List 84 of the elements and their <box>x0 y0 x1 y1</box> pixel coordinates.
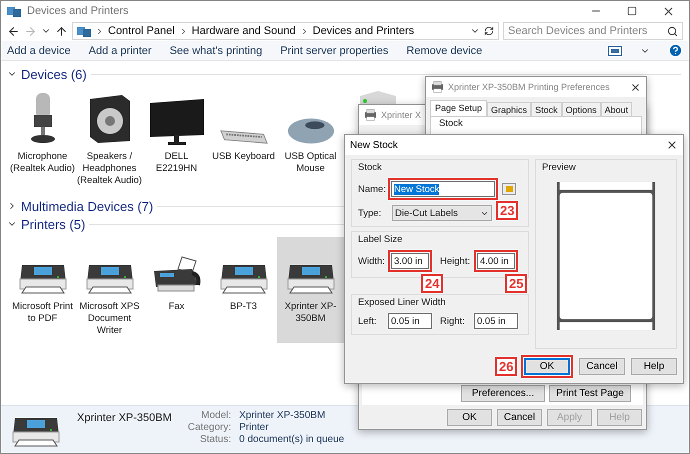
callout-number: 25 <box>505 274 528 293</box>
toolbar-button[interactable]: Add a device <box>7 44 71 56</box>
location-icon <box>77 25 91 37</box>
field-label: Left: <box>358 316 378 326</box>
dialog-button[interactable]: Preferences... <box>461 385 545 402</box>
toolbar-button[interactable]: See what's printing <box>170 44 262 56</box>
field-label: Name: <box>358 184 384 194</box>
device-item[interactable]: Microsoft XPS Document Writer <box>76 237 143 343</box>
breadcrumb-item[interactable]: Control Panel <box>108 25 175 37</box>
group-heading[interactable]: Printers (5) <box>21 216 86 232</box>
dialog-button[interactable]: Cancel <box>497 408 542 426</box>
device-item[interactable]: USB Optical Mouse <box>277 87 344 193</box>
field-label: Height: <box>440 256 470 266</box>
back-icon[interactable] <box>7 24 20 38</box>
refresh-icon[interactable] <box>484 26 494 36</box>
toolbar-button[interactable]: Remove device <box>406 44 482 56</box>
dialog-button[interactable]: Cancel <box>579 358 625 374</box>
toolbar-button[interactable]: Print server properties <box>280 44 388 56</box>
group-heading[interactable]: Multimedia Devices (7) <box>21 198 154 214</box>
device-item[interactable]: Speakers / Headphones (Realtek Audio) <box>76 87 143 193</box>
detail-label: Model: <box>200 410 232 421</box>
window-title: Xprinter X <box>381 110 422 120</box>
window-title: Devices and Printers <box>27 5 130 17</box>
callout-number: 26 <box>495 357 518 376</box>
computer-tower-icon <box>358 91 398 104</box>
field-label: Right: <box>440 316 466 326</box>
tab[interactable]: Page Setup <box>430 100 488 116</box>
dialog-button[interactable]: OK <box>524 358 570 374</box>
view-icon[interactable] <box>608 46 622 56</box>
field-label: Type: <box>358 208 382 218</box>
detail-value: Printer <box>239 422 270 433</box>
field-label: Width: <box>358 256 384 266</box>
dialog-button[interactable]: OK <box>447 408 492 426</box>
dialog-title: New Stock <box>350 140 399 150</box>
right-field[interactable]: 0.05 in <box>474 313 518 329</box>
detail-value: 0 document(s) in queue <box>239 434 344 445</box>
tab[interactable]: Stock <box>531 102 562 116</box>
group-label: Label Size <box>358 234 402 245</box>
device-item[interactable]: Xprinter XP-350BM <box>277 237 344 343</box>
detail-value: Xprinter XP-350BM <box>239 410 326 421</box>
left-field[interactable]: 0.05 in <box>388 313 432 329</box>
address-bar[interactable]: Control Panel Hardware and Sound Devices and Printers <box>72 22 499 40</box>
tab[interactable]: About <box>600 102 632 116</box>
printer-icon <box>431 81 444 93</box>
monitor-icon <box>148 97 206 145</box>
window-title: Xprinter XP-350BM Printing Preferences <box>448 82 611 92</box>
detail-label: Status: <box>198 434 232 445</box>
search-field[interactable]: Search Devices and Printers <box>503 22 683 40</box>
app-icon <box>7 5 21 17</box>
callout-number: 23 <box>496 201 518 220</box>
close-icon[interactable] <box>666 139 678 151</box>
device-item[interactable]: BP-T3 <box>210 237 277 343</box>
name-field[interactable]: New Stock <box>391 181 495 197</box>
breadcrumb-item[interactable]: Devices and Printers <box>312 25 414 37</box>
close-icon[interactable] <box>630 82 641 92</box>
tab[interactable]: Options <box>562 102 601 116</box>
height-field[interactable]: 4.00 in <box>477 253 515 269</box>
toolbar-button[interactable]: Add a printer <box>88 44 152 56</box>
callout-number: 24 <box>421 274 444 293</box>
chevron-icon <box>95 26 104 36</box>
group-label: Stock <box>439 118 463 129</box>
device-item[interactable]: DELL E2219HN <box>143 87 210 193</box>
device-item[interactable]: USB Keyboard <box>210 87 277 193</box>
device-item[interactable]: Microphone (Realtek Audio) <box>9 87 76 193</box>
up-icon[interactable] <box>55 24 68 38</box>
printer-icon <box>364 109 377 121</box>
device-item[interactable]: Microsoft Print to PDF <box>9 237 76 343</box>
breadcrumb-item[interactable]: Hardware and Sound <box>192 25 296 37</box>
detail-label: Category: <box>188 422 232 433</box>
search-icon <box>667 26 678 36</box>
group-label: Preview <box>542 162 576 173</box>
width-field[interactable]: 3.00 in <box>391 253 429 269</box>
mouse-icon <box>286 117 336 145</box>
tab[interactable]: Graphics <box>487 102 532 116</box>
group-label: Exposed Liner Width <box>358 297 446 308</box>
device-name: Xprinter XP-350BM <box>77 412 172 424</box>
dialog-button[interactable]: Print Test Page <box>549 385 631 402</box>
device-item[interactable]: Fax <box>143 237 210 343</box>
type-dropdown[interactable]: Die-Cut Labels <box>392 205 492 221</box>
group-label: Stock <box>358 162 382 173</box>
help-icon[interactable] <box>668 43 683 58</box>
speaker-icon <box>88 93 132 145</box>
group-heading[interactable]: Devices (6) <box>21 66 87 82</box>
dialog-button[interactable]: Help <box>631 358 677 374</box>
